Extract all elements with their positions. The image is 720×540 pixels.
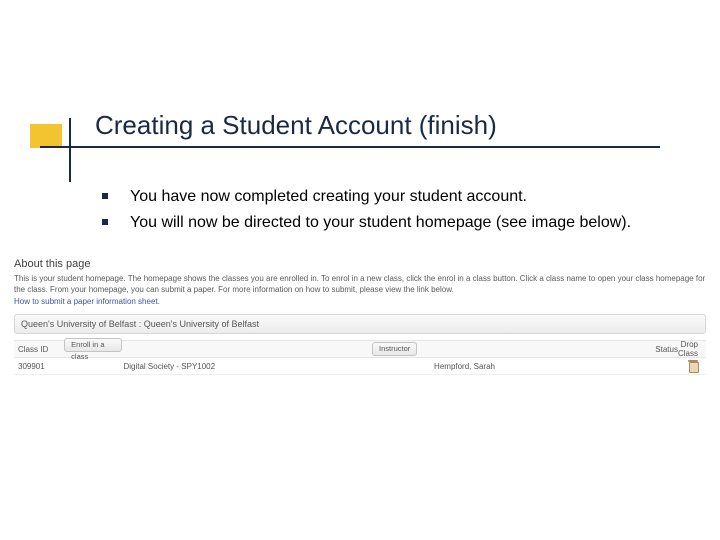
col-status: Status [620,345,678,354]
breadcrumb-text: Queen's University of Belfast : Queen's … [21,319,259,329]
cell-instructor: Hempford, Sarah [434,362,629,371]
list-item: You will now be directed to your student… [102,212,682,234]
cell-class-name[interactable]: Digital Society - SPY1002 [123,362,377,371]
table-header-row: Class ID Enroll in a class Instructor St… [14,340,706,358]
bullet-square-icon [102,193,108,199]
accent-block [30,124,62,148]
list-item: You have now completed creating your stu… [102,186,682,208]
instructor-chip: Instructor [372,342,428,356]
bullet-text: You have now completed creating your stu… [130,186,527,208]
col-class-id: Class ID [14,345,64,354]
about-panel: About this page This is your student hom… [14,258,706,306]
page-title: Creating a Student Account (finish) [95,110,497,141]
about-body: This is your student homepage. The homep… [14,273,706,295]
drop-class-button[interactable] [688,360,706,373]
table-row: 309901 Digital Society - SPY1002 Hempfor… [14,358,706,375]
trash-icon [688,360,698,371]
cell-class-id: 309901 [14,362,65,371]
enroll-button-label: Enroll in a class [64,338,122,352]
bullet-square-icon [102,219,108,225]
bullet-text: You will now be directed to your student… [130,212,631,234]
about-heading: About this page [14,258,706,270]
instructor-chip-label: Instructor [372,342,417,356]
class-table: Class ID Enroll in a class Instructor St… [14,340,706,375]
title-vertical-rule [69,118,71,182]
title-underline [40,146,660,148]
bullet-list: You have now completed creating your stu… [102,186,682,238]
about-link[interactable]: How to submit a paper information sheet. [14,297,706,306]
enroll-button[interactable]: Enroll in a class [64,338,122,361]
breadcrumb: Queen's University of Belfast : Queen's … [14,314,706,334]
col-drop: Drop Class [678,340,706,358]
